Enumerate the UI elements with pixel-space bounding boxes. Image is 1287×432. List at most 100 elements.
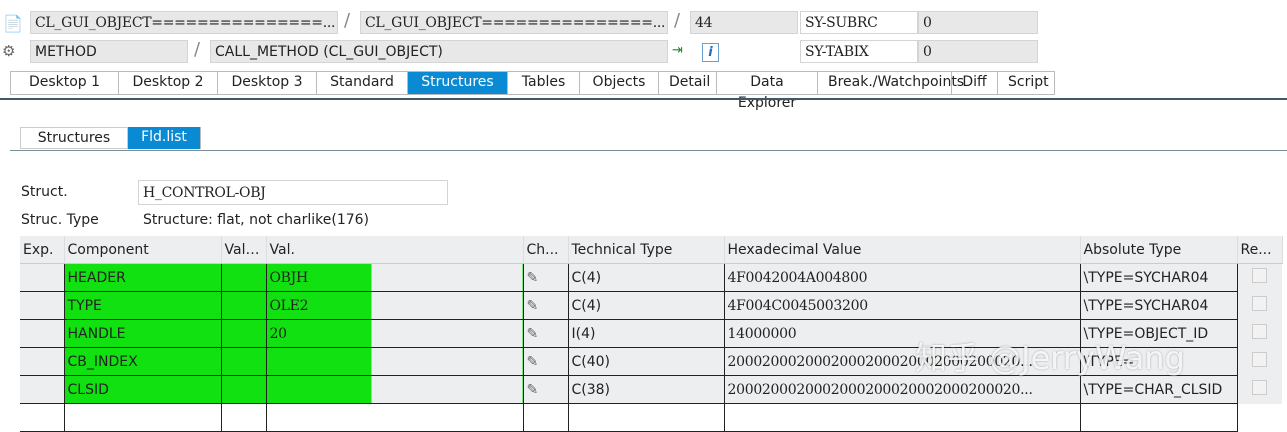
jump-icon[interactable]: ⇥	[672, 43, 683, 58]
component-cell: TYPE	[64, 291, 222, 320]
val-type-cell	[221, 347, 267, 376]
tab-divider	[0, 98, 1287, 100]
checkbox[interactable]	[1252, 296, 1268, 311]
empty-cell	[1080, 403, 1238, 432]
sy-tabix-value: 0	[918, 40, 1038, 63]
empty-cell	[724, 403, 1081, 432]
exp-cell	[20, 347, 65, 376]
pencil-icon[interactable]: ✎	[527, 298, 539, 314]
empty-cell	[523, 403, 569, 432]
sy-tabix-label: SY-TABIX	[800, 40, 918, 63]
include-field: CL_GUI_OBJECT===============...	[360, 11, 668, 34]
change-cell[interactable]: ✎	[523, 347, 569, 376]
table-row[interactable]: HANDLE 20 ✎ I(4) 14000000 \TYPE=OBJECT_ID	[20, 319, 1282, 348]
exp-cell	[20, 319, 65, 348]
exp-cell	[20, 263, 65, 292]
column-header[interactable]: Re...	[1237, 236, 1283, 264]
val-type-cell	[221, 263, 267, 292]
val-type-cell	[221, 319, 267, 348]
tab-data-explorer[interactable]: Data Explorer	[717, 72, 818, 111]
hex-cell: 4F004C0045003200	[724, 291, 1081, 320]
technical-type-cell: C(38)	[568, 375, 725, 404]
tab-tables[interactable]: Tables	[508, 72, 580, 94]
line-field: 44	[690, 11, 798, 34]
tab-desktop-2[interactable]: Desktop 2	[119, 72, 218, 94]
column-header[interactable]: Technical Type	[568, 236, 725, 264]
val-type-cell	[221, 375, 267, 404]
absolute-type-cell: \TYPE=	[1080, 347, 1238, 376]
value-cell[interactable]	[266, 375, 524, 404]
re-cell[interactable]	[1237, 291, 1282, 320]
gear-icon: ⚙	[2, 42, 16, 60]
pencil-icon[interactable]: ✎	[527, 326, 539, 342]
pencil-icon[interactable]: ✎	[527, 270, 539, 286]
change-cell[interactable]: ✎	[523, 375, 569, 404]
tab-breakpoints[interactable]: Break./Watchpoints	[818, 72, 964, 94]
column-header[interactable]: Hexadecimal Value	[724, 236, 1081, 264]
empty-cell	[64, 403, 222, 432]
column-header[interactable]: Component	[64, 236, 222, 264]
tab-desktop-3[interactable]: Desktop 3	[218, 72, 317, 94]
column-header[interactable]: Val....	[221, 236, 267, 264]
pencil-icon[interactable]: ✎	[527, 354, 539, 370]
tab-objects[interactable]: Objects	[580, 72, 659, 94]
table-row[interactable]: HEADER OBJH ✎ C(4) 4F0042004A004800 \TYPE=SYC…	[20, 263, 1282, 292]
struct-label: Struct.	[21, 184, 68, 200]
absolute-type-cell: \TYPE=SYCHAR04	[1080, 263, 1238, 292]
checkbox[interactable]	[1252, 380, 1268, 395]
tab-desktop-1[interactable]: Desktop 1	[11, 72, 119, 94]
separator: /	[674, 10, 681, 31]
value-cell[interactable]: OLE2	[266, 291, 524, 320]
column-header[interactable]: Exp.	[20, 236, 65, 264]
change-cell[interactable]: ✎	[523, 291, 569, 320]
re-cell[interactable]	[1237, 263, 1282, 292]
table-row[interactable]: TYPE OLE2 ✎ C(4) 4F004C0045003200 \TYPE=SYCHA…	[20, 291, 1282, 320]
hex-cell: 4F0042004A004800	[724, 263, 1081, 292]
info-icon[interactable]: i	[702, 43, 719, 62]
separator: /	[344, 10, 351, 31]
program-icon: 📄	[3, 14, 23, 33]
subtab-structures[interactable]: Structures	[20, 127, 128, 149]
event-field: CALL_METHOD (CL_GUI_OBJECT)	[210, 40, 668, 63]
table-row[interactable]: CLSID ✎ C(38) 20002000200020002000200020002…	[20, 375, 1282, 404]
value-cell[interactable]	[266, 347, 524, 376]
empty-cell	[266, 403, 524, 432]
component-cell: HANDLE	[64, 319, 222, 348]
tab-script[interactable]: Script	[998, 72, 1054, 94]
subtab-fld-list[interactable]: Fld.list	[128, 127, 201, 149]
program-field: CL_GUI_OBJECT===============...	[30, 11, 338, 34]
checkbox[interactable]	[1252, 268, 1268, 284]
exp-cell	[20, 375, 65, 404]
val-type-cell	[221, 291, 267, 320]
sy-subrc-value: 0	[918, 11, 1038, 34]
change-cell[interactable]: ✎	[523, 319, 569, 348]
change-cell[interactable]: ✎	[523, 263, 569, 292]
pencil-icon[interactable]: ✎	[527, 382, 539, 398]
absolute-type-cell: \TYPE=OBJECT_ID	[1080, 319, 1238, 348]
tab-diff[interactable]: Diff	[952, 72, 998, 94]
column-header[interactable]: Ch...	[523, 236, 569, 264]
column-header[interactable]: Val.	[266, 236, 524, 264]
main-tabs: Desktop 1 Desktop 2 Desktop 3 Standard S…	[10, 71, 1055, 111]
technical-type-cell: I(4)	[568, 319, 725, 348]
technical-type-cell: C(4)	[568, 263, 725, 292]
checkbox[interactable]	[1252, 324, 1268, 339]
table-row[interactable]: CB_INDEX ✎ C(40) 20002000200020002000200020…	[20, 347, 1282, 376]
re-cell[interactable]	[1237, 375, 1282, 404]
tab-structures[interactable]: Structures	[408, 72, 508, 94]
struct-input[interactable]: H_CONTROL-OBJ	[138, 180, 448, 205]
tab-detail[interactable]: Detail	[659, 72, 717, 94]
value-cell[interactable]: OBJH	[266, 263, 524, 292]
tab-standard[interactable]: Standard	[317, 72, 408, 94]
column-header[interactable]: Absolute Type	[1080, 236, 1238, 264]
hex-cell: 2000200020002000200020002000200020...	[724, 375, 1081, 404]
value-cell[interactable]: 20	[266, 319, 524, 348]
checkbox[interactable]	[1252, 352, 1268, 367]
re-cell[interactable]	[1237, 319, 1282, 348]
struc-type-value: Structure: flat, not charlike(176)	[143, 212, 370, 228]
empty-cell	[221, 403, 267, 432]
empty-cell	[568, 403, 725, 432]
re-cell[interactable]	[1237, 347, 1282, 376]
struc-type-label: Struc. Type	[21, 212, 99, 228]
field-list-grid: Exp. Component Val.... Val. Ch... Technical T…	[20, 236, 1283, 432]
